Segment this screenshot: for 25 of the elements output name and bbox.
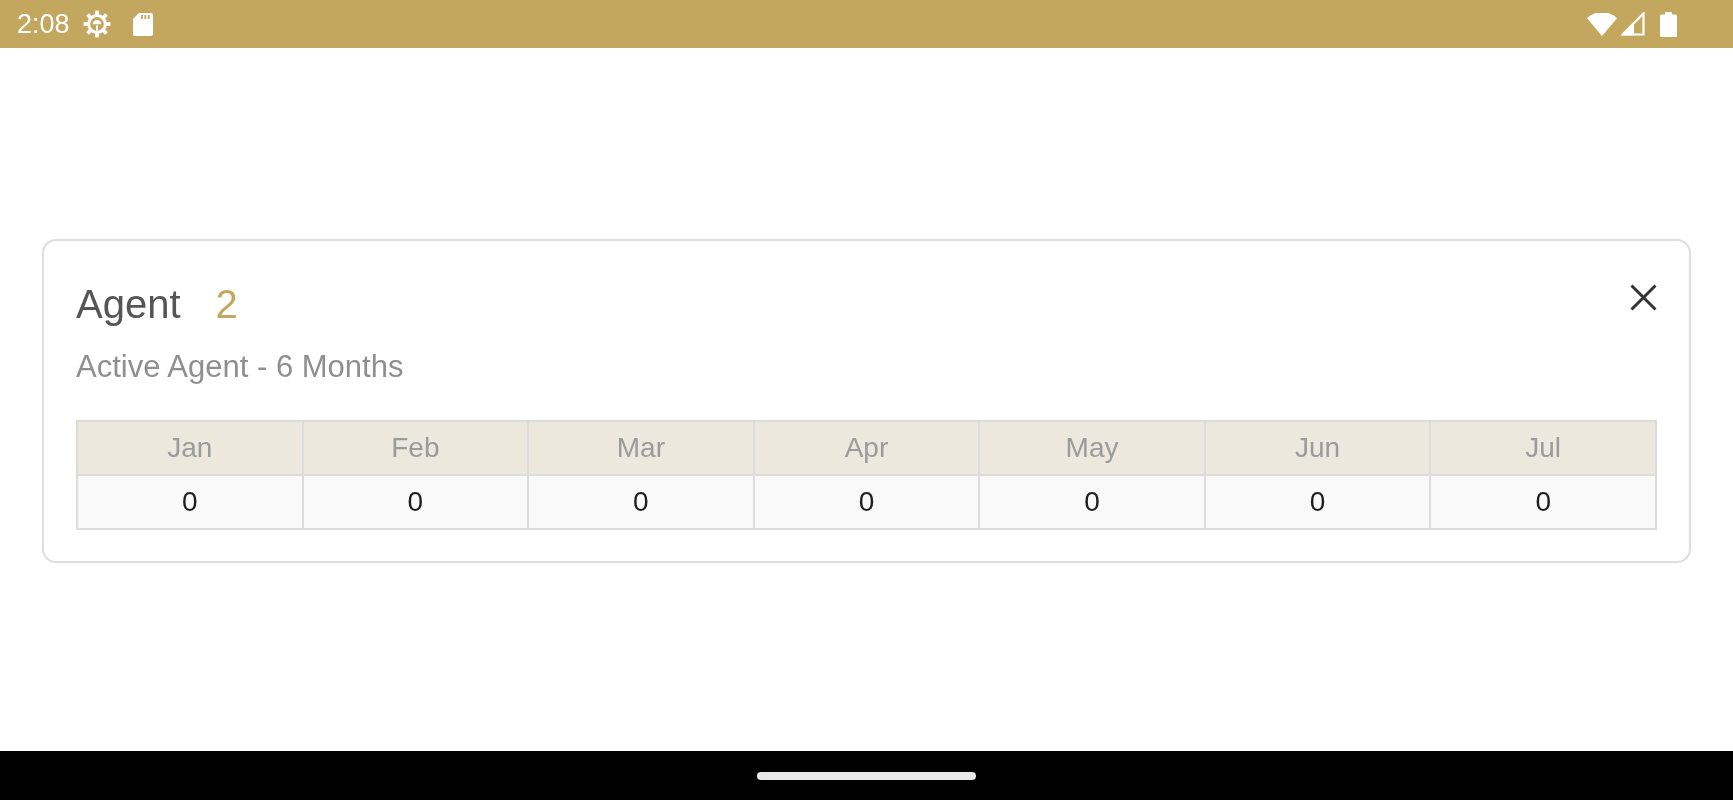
- month-header: Jul: [1430, 421, 1656, 475]
- sd-card-icon: [132, 12, 153, 36]
- wifi-icon: [1587, 12, 1617, 36]
- card-subtitle: Active Agent - 6 Months: [76, 349, 405, 385]
- month-header: Jun: [1204, 421, 1431, 475]
- table-cell: 0: [77, 475, 303, 529]
- table-cell: 0: [1204, 475, 1431, 529]
- agent-count: 2: [215, 281, 238, 328]
- month-header: Mar: [528, 421, 754, 475]
- month-header: Feb: [302, 421, 529, 475]
- month-header: Jan: [77, 421, 303, 475]
- gear-icon: [82, 10, 111, 38]
- signal-icon: [1621, 12, 1645, 36]
- table-cell: 0: [979, 475, 1205, 529]
- table-cell: 0: [1430, 475, 1656, 529]
- table-cell: 0: [753, 475, 980, 529]
- month-header: May: [979, 421, 1205, 475]
- card-title: Agent: [76, 281, 181, 328]
- table-cell: 0: [302, 475, 529, 529]
- home-handle[interactable]: [757, 771, 976, 780]
- status-time: 2:08: [17, 10, 70, 38]
- battery-icon: [1660, 11, 1677, 37]
- table-cell: 0: [528, 475, 754, 529]
- month-header: Apr: [753, 421, 980, 475]
- close-icon: [1630, 284, 1657, 311]
